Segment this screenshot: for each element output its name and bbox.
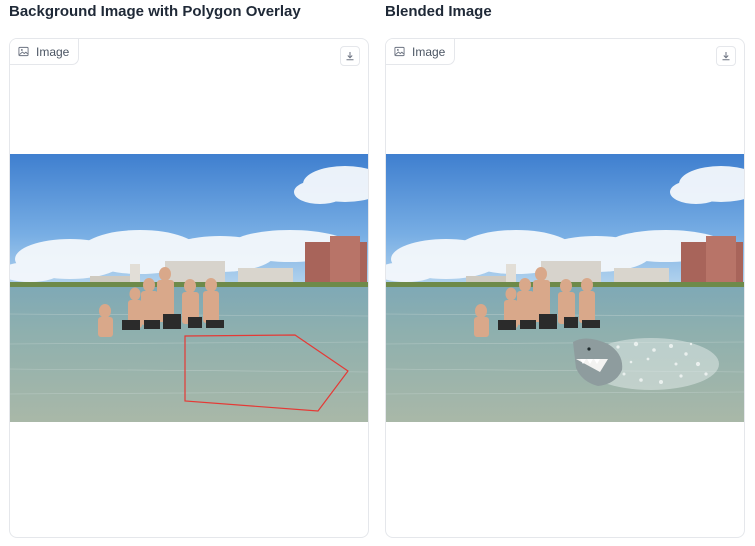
- image-label-text: Image: [412, 44, 446, 59]
- download-button[interactable]: [716, 46, 736, 66]
- polygon-overlay-image-panel: Image: [9, 38, 369, 538]
- download-button[interactable]: [340, 46, 360, 66]
- beach-photo-with-polygon: [10, 154, 368, 422]
- image-label-chip: Image: [386, 39, 456, 65]
- download-icon: [722, 52, 730, 61]
- image-icon: [394, 46, 405, 57]
- image-icon: [18, 46, 29, 57]
- download-icon: [346, 52, 354, 61]
- shark-splash: [573, 338, 719, 390]
- image-label-text: Image: [36, 44, 70, 59]
- blended-image-heading: Blended Image: [385, 3, 492, 20]
- polygon-overlay-heading: Background Image with Polygon Overlay: [9, 3, 301, 20]
- image-label-chip: Image: [10, 39, 80, 65]
- app-root: Background Image with Polygon Overlay Im…: [0, 0, 755, 546]
- beach-photo-blended: [386, 154, 744, 422]
- blended-image-panel: Image: [385, 38, 745, 538]
